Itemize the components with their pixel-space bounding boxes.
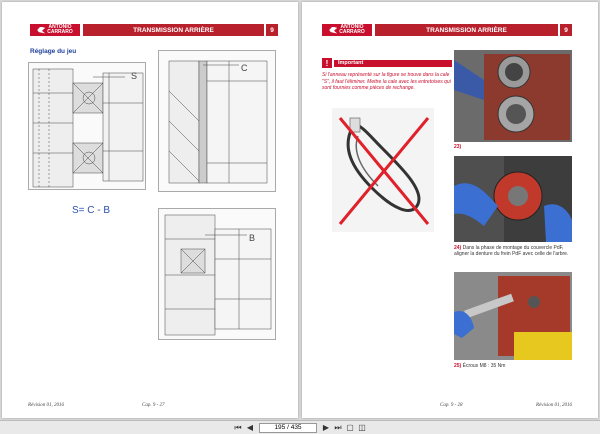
single-page-view-icon[interactable]: ▢ xyxy=(344,422,356,434)
footer-page-ref: Cap. 9 - 27 xyxy=(142,403,165,408)
page-header: ANTONIO CARRARO TRANSMISSION ARRIÈRE 9 xyxy=(322,24,572,36)
footer-revision: Révision 01, 2016 xyxy=(536,403,572,408)
first-page-icon[interactable]: ⏮ xyxy=(232,422,244,434)
photo-25-nuts xyxy=(454,272,572,360)
caption-23-number: 23) xyxy=(454,144,462,150)
brand-logo: ANTONIO CARRARO xyxy=(322,24,372,36)
logo-bird-icon xyxy=(37,26,46,34)
drawing-distance-c: C xyxy=(158,50,276,192)
chapter-number: 9 xyxy=(266,24,278,36)
left-page: ANTONIO CARRARO TRANSMISSION ARRIÈRE 9 Ré… xyxy=(2,2,298,418)
caption-25: 25) Écrous M8 : 35 Nm xyxy=(454,363,505,369)
drawing-shim-s: S xyxy=(28,62,146,190)
previous-page-icon[interactable]: ◀ xyxy=(244,422,256,434)
two-page-view-icon[interactable]: ◫ xyxy=(356,422,368,434)
chapter-number: 9 xyxy=(560,24,572,36)
important-notice: ! Important Si l'anneau représenté sur l… xyxy=(322,58,452,92)
photo-24-cover xyxy=(454,156,572,242)
page-number-field[interactable]: 195 / 435 xyxy=(259,422,317,433)
last-page-icon[interactable]: ⏭ xyxy=(332,422,344,434)
important-label: Important xyxy=(334,59,452,67)
label-s: S xyxy=(131,71,137,81)
logo-line2: CARRARO xyxy=(47,29,73,35)
warning-icon: ! xyxy=(322,58,332,68)
header-title: TRANSMISSION ARRIÈRE xyxy=(83,24,264,36)
photo-ring-crossed xyxy=(332,108,434,232)
footer-page-ref: Cap. 9 - 28 xyxy=(440,403,463,408)
drawing-distance-b: B xyxy=(158,208,276,340)
navigation-toolbar: ⏮ ◀ 195 / 435 ▶ ⏭ ▢ ◫ xyxy=(0,420,600,434)
right-page: ANTONIO CARRARO TRANSMISSION ARRIÈRE 9 ! … xyxy=(302,2,598,418)
formula: S= C - B xyxy=(72,205,111,216)
important-text: Si l'anneau représenté sur la figure se … xyxy=(322,72,451,91)
section-title: Réglage du jeu xyxy=(30,48,77,55)
header-title: TRANSMISSION ARRIÈRE xyxy=(375,24,558,36)
caption-24: 24) Dans la phase de montage du couvercl… xyxy=(454,245,578,257)
caption-25-text: Écrous M8 : 35 Nm xyxy=(462,363,506,369)
brand-logo: ANTONIO CARRARO xyxy=(30,24,80,36)
photo-23-housing xyxy=(454,50,572,142)
label-b: B xyxy=(249,233,255,243)
caption-23: 23) xyxy=(454,144,461,150)
label-c: C xyxy=(241,63,248,73)
footer-revision: Révision 01, 2016 xyxy=(28,403,64,408)
caption-24-text: Dans la phase de montage du couvercle Pd… xyxy=(454,245,569,257)
page-header: ANTONIO CARRARO TRANSMISSION ARRIÈRE 9 xyxy=(30,24,278,36)
caption-25-number: 25) xyxy=(454,363,462,369)
logo-line2: CARRARO xyxy=(339,29,365,35)
next-page-icon[interactable]: ▶ xyxy=(320,422,332,434)
document-viewer[interactable]: ANTONIO CARRARO TRANSMISSION ARRIÈRE 9 Ré… xyxy=(0,0,600,420)
logo-bird-icon xyxy=(329,26,338,34)
